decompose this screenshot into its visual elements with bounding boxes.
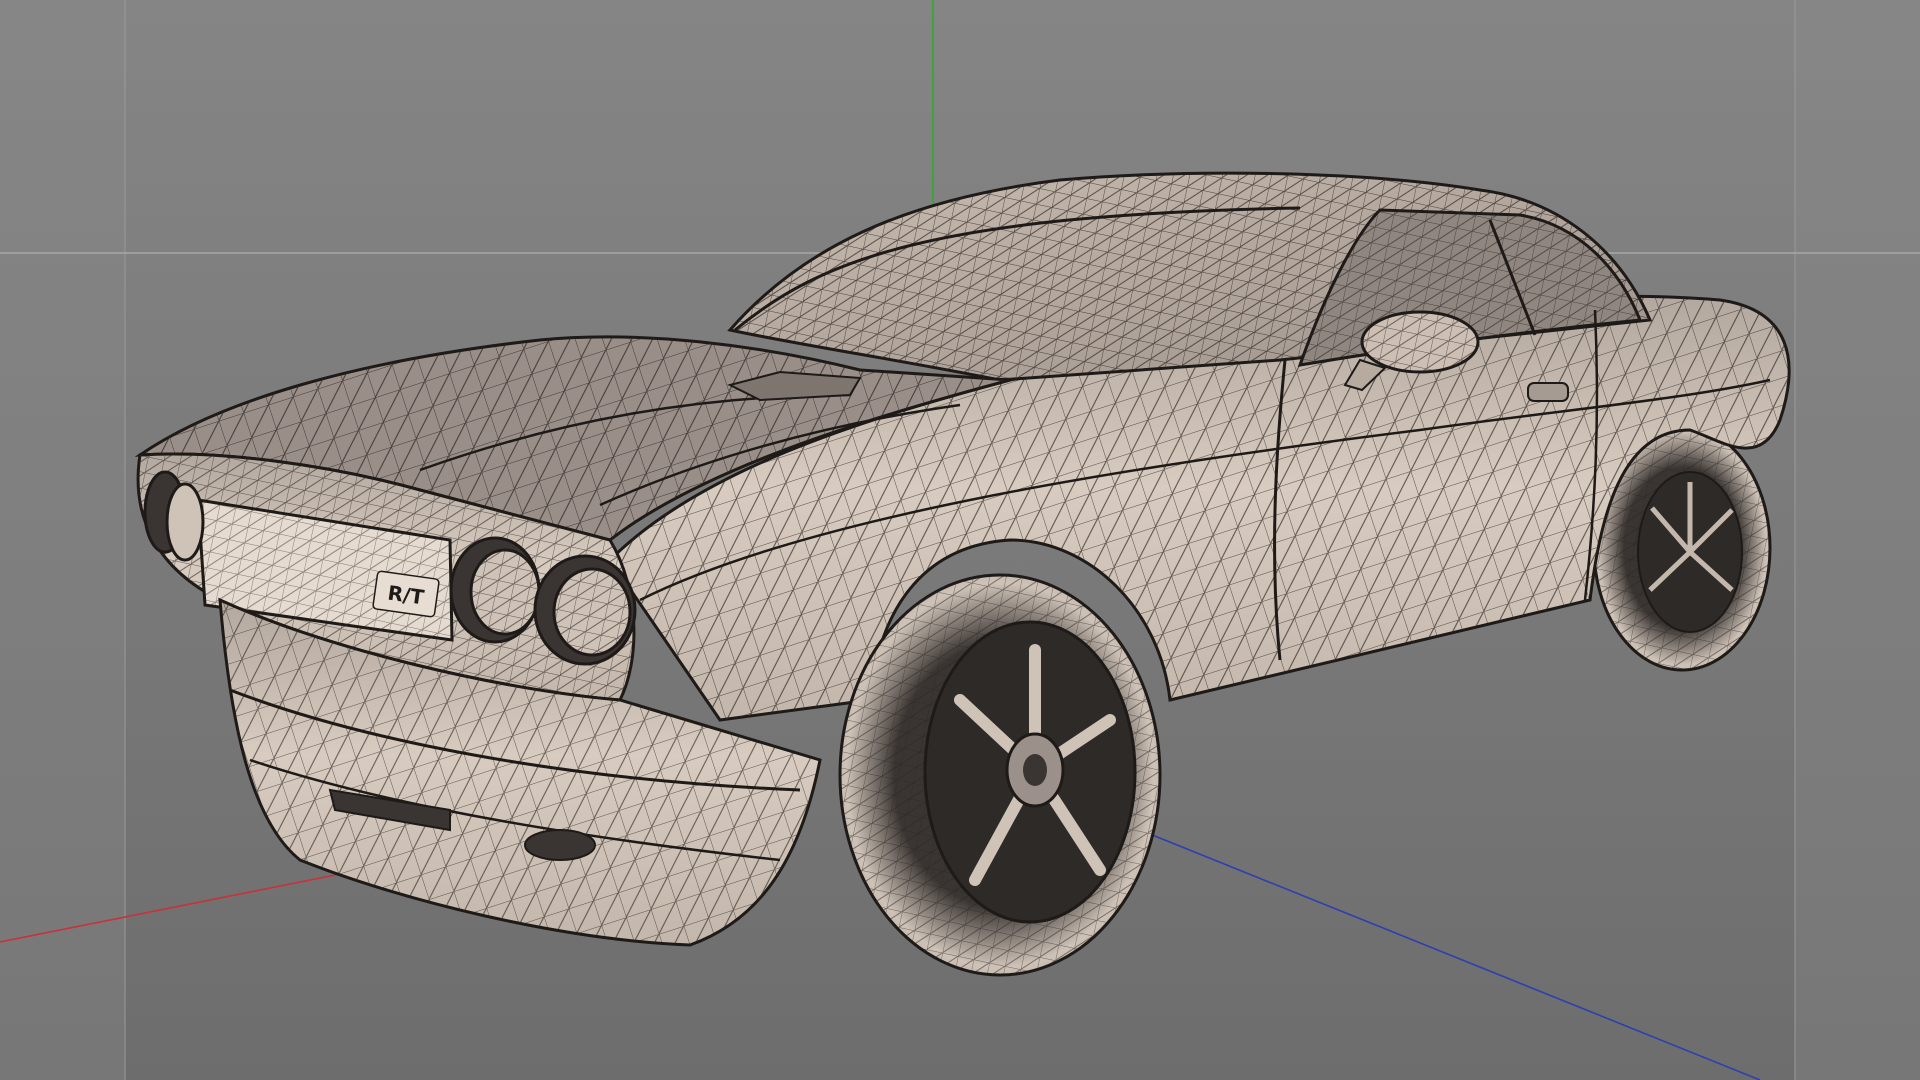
badge-text: R/T (386, 581, 426, 610)
grille-badge: R/T (372, 570, 440, 618)
viewport-canvas[interactable]: R/T (0, 0, 1920, 1080)
z-axis (1134, 827, 1761, 1080)
safe-frame-left (0, 0, 125, 1080)
car-model[interactable]: R/T (134, 171, 1791, 977)
safe-frame-right (1795, 0, 1920, 1080)
3d-viewport[interactable]: R/T (0, 0, 1920, 1080)
front-wheel[interactable] (838, 573, 1162, 977)
